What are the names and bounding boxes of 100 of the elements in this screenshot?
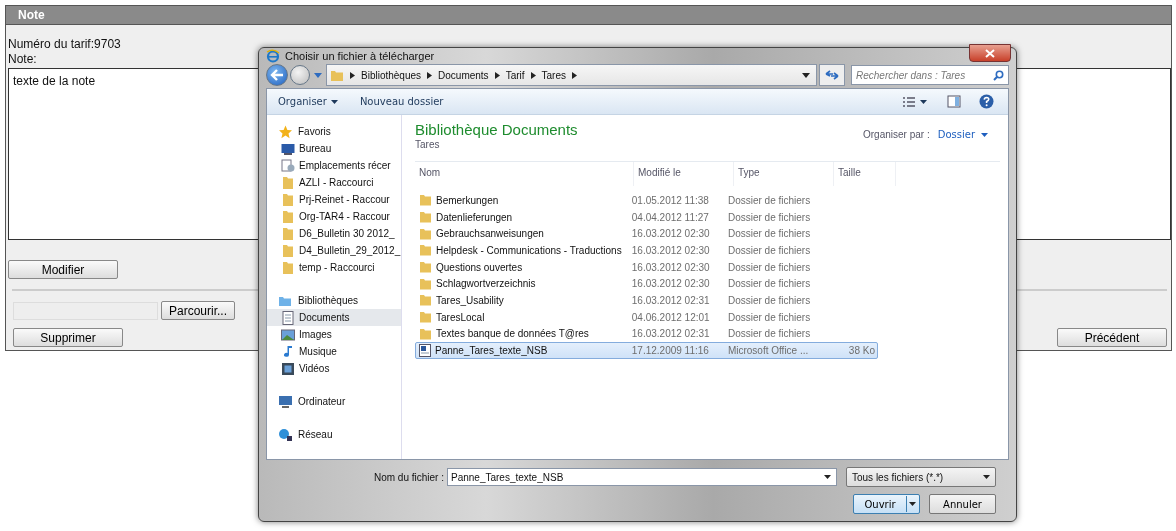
sidebar-item[interactable]: D4_Bulletin_29_2012_	[267, 242, 401, 259]
modified-date: 16.03.2012 02:30	[630, 278, 711, 290]
arrange-by-label: Organiser par :	[863, 129, 930, 140]
monitor-icon	[281, 141, 295, 156]
sidebar-item[interactable]: Org-TAR4 - Raccour	[267, 208, 401, 225]
cancel-button[interactable]: Annuler	[929, 494, 996, 514]
breadcrumb-item[interactable]: Bibliothèques	[361, 69, 422, 81]
column-header[interactable]: Type	[734, 162, 834, 186]
back-button[interactable]	[266, 64, 288, 86]
sidebar-item[interactable]: Images	[267, 326, 401, 343]
close-icon	[985, 48, 995, 58]
breadcrumb-item[interactable]: Tares	[541, 69, 566, 81]
column-header[interactable]: Modifié le	[634, 162, 734, 186]
modified-date: 04.06.2012 12:01	[630, 311, 711, 323]
open-button[interactable]: Ouvrir	[853, 494, 920, 514]
folder-icon	[419, 244, 432, 257]
view-list-icon[interactable]	[902, 95, 916, 108]
file-row[interactable]: Helpdesk - Communications - Traductions 16.03.2012 02:30 Dossier de fichiers	[415, 242, 878, 259]
computer-icon	[278, 394, 293, 409]
library-title: Bibliothèque Documents	[415, 121, 578, 138]
file-type: Dossier de fichiers	[726, 311, 812, 323]
file-row[interactable]: Datenlieferungen 04.04.2012 11:27 Dossier de fichiers	[415, 208, 878, 226]
refresh-arrows-icon	[825, 69, 839, 81]
refresh-button[interactable]	[819, 64, 845, 86]
sidebar-item[interactable]: Ordinateur	[267, 393, 401, 410]
folder-icon	[419, 211, 432, 224]
preview-pane-icon[interactable]	[947, 95, 961, 108]
file-type: Dossier de fichiers	[726, 261, 812, 273]
new-folder-button[interactable]: Nouveau dossier	[359, 96, 444, 107]
file-row[interactable]: Panne_Tares_texte_NSB 17.12.2009 11:16 Microsoft Office ... 38 Ko	[415, 342, 878, 359]
file-row[interactable]: Bemerkungen 01.05.2012 11:38 Dossier de fichiers	[415, 192, 878, 209]
sidebar-item[interactable]: Musique	[267, 343, 401, 360]
browser-logo-icon	[266, 49, 280, 63]
breadcrumb-item[interactable]: Tarif	[505, 69, 525, 81]
file-name: Bemerkungen	[436, 194, 499, 206]
note-label: Note:	[8, 52, 37, 67]
file-row[interactable]: Tares_Usability 16.03.2012 02:31 Dossier de fichiers	[415, 292, 878, 309]
folder-icon	[281, 243, 295, 258]
file-name: Textes banque de données T@res	[436, 328, 589, 340]
file-row[interactable]: Schlagwortverzeichnis 16.03.2012 02:30 Dossier de fichiers	[415, 275, 878, 293]
browse-button[interactable]: Parcourir...	[161, 301, 235, 320]
library-subtitle: Tares	[415, 139, 441, 150]
dialog-title: Choisir un fichier à télécharger	[285, 50, 435, 62]
sidebar-item[interactable]: temp - Raccourci	[267, 259, 401, 276]
folder-icon	[330, 68, 344, 82]
dropdown-caret-icon[interactable]	[802, 72, 810, 78]
address-bar[interactable]: Bibliothèques Documents Tarif Tares	[326, 64, 817, 86]
file-type-dropdown[interactable]: Tous les fichiers (*.*)	[846, 467, 996, 487]
sidebar-item[interactable]: Emplacements récer	[267, 157, 401, 174]
modify-button[interactable]: Modifier	[8, 260, 118, 279]
chevron-icon	[427, 71, 433, 79]
sidebar-item[interactable]: Vidéos	[267, 360, 401, 377]
folder-icon	[419, 261, 432, 274]
star-icon	[278, 124, 293, 139]
file-row[interactable]: Gebrauchsanweisungen 16.03.2012 02:30 Dossier de fichiers	[415, 225, 878, 243]
modified-date: 16.03.2012 02:31	[630, 328, 711, 340]
recent-places-icon	[281, 158, 295, 173]
sidebar-item[interactable]: Favoris	[267, 123, 401, 140]
file-name: Helpdesk - Communications - Traductions	[436, 244, 622, 256]
file-name-field[interactable]: Panne_Tares_texte_NSB	[447, 468, 837, 486]
sidebar-item[interactable]: Bureau	[267, 140, 401, 157]
sidebar-item[interactable]: Bibliothèques	[267, 292, 401, 309]
sidebar-item[interactable]: Prj-Reinet - Raccour	[267, 191, 401, 208]
forward-button[interactable]	[290, 65, 310, 85]
previous-button[interactable]: Précédent	[1057, 328, 1167, 347]
arrange-by-dropdown[interactable]: Dossier	[937, 129, 988, 140]
folder-icon	[419, 227, 432, 240]
search-field[interactable]: Rechercher dans : Tares	[851, 65, 1009, 85]
folder-icon	[281, 226, 295, 241]
document-icon	[281, 310, 295, 325]
file-type: Microsoft Office ...	[726, 345, 810, 357]
chevron-icon	[530, 71, 536, 79]
delete-button[interactable]: Supprimer	[13, 328, 123, 347]
sidebar-item[interactable]: Documents	[267, 309, 401, 326]
help-icon[interactable]	[979, 94, 994, 109]
search-icon	[993, 69, 1004, 81]
column-header[interactable]: Taille	[834, 162, 896, 186]
sidebar-item[interactable]: AZLI - Raccourci	[267, 174, 401, 191]
organize-button[interactable]: Organiser	[278, 96, 327, 107]
column-header[interactable]: Nom	[415, 162, 634, 186]
dropdown-caret-icon	[824, 475, 831, 479]
file-size: 38 Ko	[848, 345, 875, 357]
modified-date: 16.03.2012 02:30	[630, 261, 711, 273]
dropdown-caret-icon[interactable]	[920, 99, 927, 104]
file-row[interactable]: Questions ouvertes 16.03.2012 02:30 Dossier de fichiers	[415, 258, 878, 276]
file-row[interactable]: TaresLocal 04.06.2012 12:01 Dossier de fichiers	[415, 308, 878, 326]
folder-icon	[419, 327, 432, 340]
file-row[interactable]: Textes banque de données T@res 16.03.2012 02:31 Dossier de fichiers	[415, 325, 878, 343]
file-type: Dossier de fichiers	[726, 294, 812, 306]
breadcrumb-item[interactable]: Documents	[438, 69, 489, 81]
music-note-icon	[281, 344, 295, 359]
close-button[interactable]	[969, 44, 1011, 62]
image-icon	[281, 327, 295, 342]
file-type: Dossier de fichiers	[726, 278, 812, 290]
folder-icon	[281, 192, 295, 207]
dropdown-caret-icon	[983, 475, 990, 479]
sidebar-item[interactable]: D6_Bulletin 30 2012_	[267, 225, 401, 242]
sidebar-item[interactable]: Réseau	[267, 426, 401, 443]
file-type: Dossier de fichiers	[726, 228, 812, 240]
modified-date: 16.03.2012 02:30	[630, 244, 711, 256]
